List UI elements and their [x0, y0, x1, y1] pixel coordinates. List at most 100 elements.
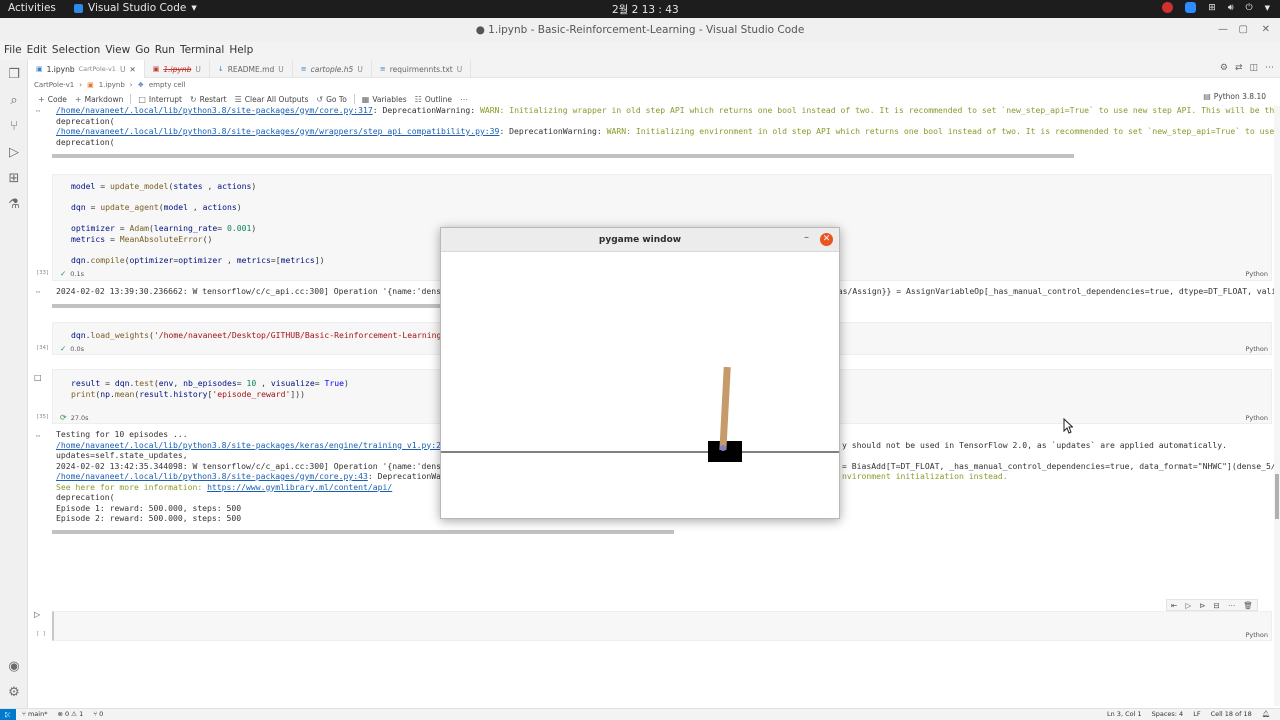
output-line: = BiasAdd[T=DT_FLOAT, _has_manual_contro… [842, 460, 1280, 471]
output-line: /home/navaneet/.local/lib/python3.8/site… [56, 471, 456, 482]
output-scrollbar[interactable] [52, 154, 1074, 158]
chevron-down-icon: ▼ [191, 4, 197, 12]
indentation[interactable]: Spaces: 4 [1152, 710, 1184, 718]
pygame-window[interactable]: pygame window – ✕ [440, 227, 840, 519]
more-icon[interactable]: ⋯ [1265, 63, 1274, 73]
output-line: See here for more information: https://w… [56, 482, 392, 493]
close-icon[interactable]: ✕ [820, 233, 833, 246]
add-code-button[interactable]: + Code [34, 95, 71, 104]
extensions-icon[interactable]: ⊞ [6, 170, 22, 186]
minimize-icon[interactable]: — [1218, 18, 1228, 42]
gear-icon[interactable]: ⚙ [1220, 63, 1228, 73]
notebook-icon: ▣ [152, 65, 160, 73]
remote-icon[interactable]: ⤪ [0, 709, 16, 720]
run-above-icon[interactable]: ⇤ [1171, 601, 1177, 610]
menu-go[interactable]: Go [135, 42, 155, 60]
more-icon[interactable]: ⋯ [36, 288, 40, 296]
branch-label: main* [27, 710, 48, 718]
restart-button[interactable]: ↻ Restart [186, 95, 231, 104]
more-icon[interactable]: ⋯ [1228, 601, 1236, 610]
line-ending[interactable]: LF [1193, 710, 1200, 718]
output-scrollbar[interactable] [52, 530, 674, 534]
cursor-position[interactable]: Ln 3, Col 1 [1107, 710, 1142, 718]
app-menu[interactable]: Visual Studio Code ▼ [74, 2, 197, 14]
tab-cartople-h5[interactable]: ≡ cartople.h5 U [293, 60, 372, 78]
cell-language[interactable]: Python [1245, 270, 1268, 278]
ports-status[interactable]: ⑂ 0 [93, 710, 103, 718]
output-link[interactable]: /home/navaneet/.local/lib/python3.8/site… [56, 440, 456, 450]
zoom-icon[interactable] [1185, 2, 1197, 13]
menu-view[interactable]: View [105, 42, 135, 60]
clear-outputs-button[interactable]: ☰ Clear All Outputs [231, 95, 313, 104]
menu-help[interactable]: Help [229, 42, 258, 60]
interrupt-button[interactable]: □ Interrupt [134, 95, 186, 104]
clock[interactable]: 2월 2 13 : 43 [612, 2, 679, 17]
cell-stop-icon[interactable]: □ [34, 373, 42, 382]
breadcrumb-folder[interactable]: CartPole-v1 [34, 81, 74, 89]
menu-edit[interactable]: Edit [27, 42, 52, 60]
output-scrollbar[interactable] [52, 304, 454, 308]
source-control-icon[interactable]: ⑂ [6, 118, 22, 134]
more-icon[interactable]: ⋯ [36, 107, 40, 115]
menu-file[interactable]: File [4, 42, 27, 60]
output-link[interactable]: /home/navaneet/.local/lib/python3.8/site… [56, 471, 368, 481]
split-editor-icon[interactable]: ◫ [1249, 63, 1258, 73]
account-icon[interactable]: ◉ [6, 658, 22, 674]
compare-icon[interactable]: ⇄ [1235, 63, 1243, 73]
close-icon[interactable]: ✕ [129, 65, 135, 74]
volume-icon[interactable]: 🔊︎ [1228, 3, 1234, 13]
run-cell-below-icon[interactable]: ⊳ [1199, 601, 1205, 610]
more-icon[interactable]: ⋯ [456, 95, 472, 104]
settings-gear-icon[interactable]: ⚙ [6, 684, 22, 700]
close-icon[interactable]: ✕ [1262, 18, 1270, 42]
breadcrumb-cell[interactable]: empty cell [149, 81, 186, 89]
scrollbar-thumb[interactable] [1275, 474, 1279, 519]
run-cell-icon[interactable]: ▷ [34, 610, 40, 619]
problems-status[interactable]: ⊗ 0 ⚠ 1 [57, 710, 83, 718]
breadcrumb-file[interactable]: 1.ipynb [99, 81, 125, 89]
output-link[interactable]: /home/navaneet/.local/lib/python3.8/site… [56, 126, 499, 136]
menu-selection[interactable]: Selection [52, 42, 105, 60]
editor-scrollbar[interactable] [1274, 106, 1280, 706]
notifications-icon[interactable]: 🔔︎ [1262, 710, 1270, 718]
output-line: /home/navaneet/.local/lib/python3.8/site… [56, 105, 1280, 116]
record-icon[interactable] [1162, 2, 1174, 13]
outline-button[interactable]: ☷ Outline [411, 95, 456, 104]
chevron-down-icon[interactable]: ▼ [1265, 4, 1270, 12]
kernel-picker[interactable]: ▤ Python 3.8.10 [1199, 92, 1270, 101]
cell-language[interactable]: Python [1245, 345, 1268, 353]
split-cell-icon[interactable]: ⊟ [1214, 601, 1220, 610]
variables-button[interactable]: ▦ Variables [358, 95, 411, 104]
code-cell-empty[interactable] [52, 611, 1272, 641]
run-debug-icon[interactable]: ▷ [6, 144, 22, 160]
branch-status[interactable]: ⑂ main* [22, 710, 47, 718]
notebook-icon: ▣ [36, 65, 43, 73]
delete-cell-icon[interactable]: 🗑︎ [1243, 601, 1253, 610]
more-icon[interactable]: ⋯ [36, 432, 40, 440]
output-link[interactable]: /home/navaneet/.local/lib/python3.8/site… [56, 105, 373, 115]
menu-run[interactable]: Run [155, 42, 180, 60]
output-link[interactable]: https://www.gymlibrary.ml/content/api/ [207, 482, 392, 492]
tab-1-ipynb-cartpole[interactable]: ▣ 1.ipynb CartPole-v1 U ✕ [28, 60, 145, 78]
pygame-titlebar[interactable]: pygame window [441, 228, 839, 252]
menu-terminal[interactable]: Terminal [180, 42, 229, 60]
markdown-icon: ↓ [217, 65, 224, 73]
search-icon[interactable]: ⌕ [6, 92, 22, 108]
network-icon[interactable]: ⊞ [1208, 3, 1216, 13]
cell-language[interactable]: Python [1245, 414, 1268, 422]
testing-icon[interactable]: ⚗ [6, 196, 22, 212]
tab-requirements[interactable]: ≡ requirmennts.txt U [372, 60, 472, 78]
maximize-icon[interactable]: ▢ [1239, 18, 1248, 42]
power-icon[interactable]: ⏻ [1245, 3, 1252, 13]
cell-language[interactable]: Python [1245, 631, 1268, 639]
explorer-icon[interactable]: ❐ [6, 66, 22, 82]
run-below-icon[interactable]: ▷ [1185, 601, 1191, 610]
tab-1-ipynb-deleted[interactable]: ▣ 1.ipynb U [145, 60, 210, 78]
file-icon: ≡ [379, 65, 386, 73]
goto-button[interactable]: ↺ Go To [312, 95, 350, 104]
add-markdown-button[interactable]: + Markdown [71, 95, 127, 104]
minimize-icon[interactable]: – [804, 232, 809, 243]
tab-readme[interactable]: ↓ README.md U [210, 60, 293, 78]
activities-button[interactable]: Activities [8, 2, 56, 14]
cell-position[interactable]: Cell 18 of 18 [1211, 710, 1252, 718]
